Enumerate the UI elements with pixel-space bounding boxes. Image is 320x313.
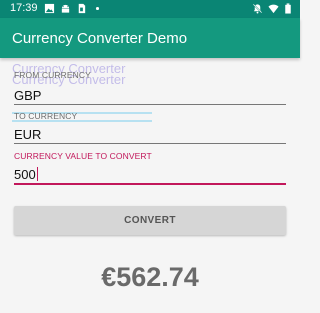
- from-currency-field[interactable]: GBP: [14, 88, 41, 103]
- from-currency-label: FROM CURRENCY: [14, 70, 91, 80]
- to-currency-underline: [14, 143, 286, 144]
- from-currency-underline: [14, 104, 286, 105]
- dot-icon: [92, 3, 103, 14]
- wifi-icon: [268, 3, 279, 14]
- app-bar: Currency Converter Demo: [0, 18, 300, 58]
- conversion-result: €562.74: [101, 262, 199, 292]
- notifications-off-icon: [252, 3, 263, 14]
- status-time: 17:39: [10, 2, 38, 14]
- amount-field[interactable]: 500: [14, 167, 38, 182]
- android-icon: [60, 3, 71, 14]
- to-currency-label: TO CURRENCY: [14, 111, 78, 121]
- convert-button[interactable]: CONVERT: [14, 206, 286, 235]
- to-currency-field[interactable]: EUR: [14, 127, 41, 142]
- battery-icon: [284, 3, 292, 14]
- amount-value: 500: [14, 167, 36, 182]
- image-icon: [44, 3, 55, 14]
- sim-card-icon: [76, 3, 87, 14]
- app-title: Currency Converter Demo: [12, 30, 188, 47]
- amount-label: CURRENCY VALUE TO CONVERT: [14, 151, 152, 161]
- text-caret: [36, 167, 38, 181]
- status-bar: 17:39: [0, 0, 300, 18]
- amount-underline: [14, 183, 286, 185]
